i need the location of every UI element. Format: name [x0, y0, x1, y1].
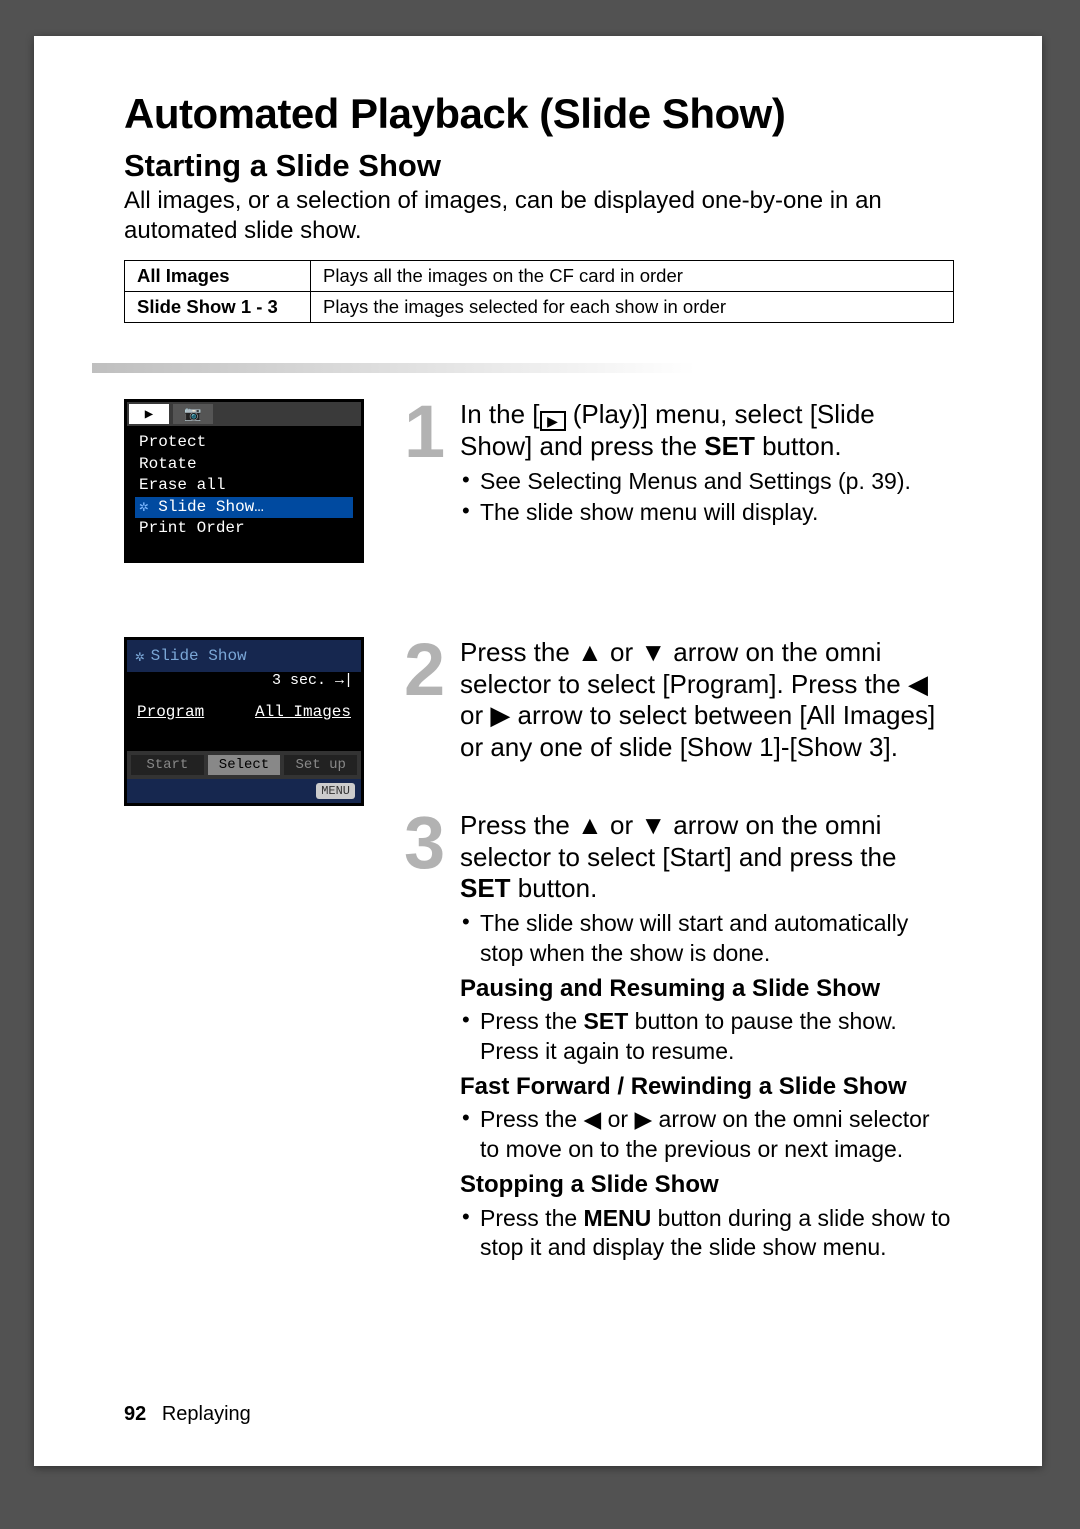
menu-item: Print Order [135, 518, 353, 540]
step-1-row: ▶ 📷 Protect Rotate Erase all ✲ Slide Sho… [124, 399, 954, 593]
intro-paragraph: All images, or a selection of images, ca… [124, 186, 954, 246]
menu-item: Rotate [135, 454, 353, 476]
step-1-bullet: The slide show menu will display. [460, 498, 954, 527]
step-3-row: 3 Press the ▲ or ▼ arrow on the omni sel… [124, 810, 954, 1264]
menu-item: Protect [135, 432, 353, 454]
lcd-menu-badge: MENU [316, 783, 355, 799]
step-number: 2 [404, 637, 452, 764]
subheading-pausing: Pausing and Resuming a Slide Show [460, 974, 954, 1003]
step-3-text: Press the ▲ or ▼ arrow on the omni selec… [460, 810, 954, 905]
lcd-btn-setup: Set up [284, 755, 357, 775]
step-3-bullet: The slide show will start and automatica… [460, 909, 954, 968]
option-desc: Plays the images selected for each show … [311, 292, 954, 323]
step-2-text: Press the ▲ or ▼ arrow on the omni selec… [460, 637, 954, 764]
sub-bullet: Press the MENU button during a slide sho… [460, 1204, 954, 1263]
page-footer: 92 Replaying [124, 1403, 251, 1426]
section-subtitle: Starting a Slide Show [124, 148, 954, 184]
option-name: Slide Show 1 - 3 [125, 292, 311, 323]
subheading-stopping: Stopping a Slide Show [460, 1170, 954, 1199]
lcd-program-label: Program [137, 703, 204, 721]
lcd-program-value: All Images [255, 703, 351, 721]
subheading-fastforward: Fast Forward / Rewinding a Slide Show [460, 1072, 954, 1101]
lcd-btn-start: Start [131, 755, 204, 775]
sub-bullet: Press the SET button to pause the show. … [460, 1007, 954, 1066]
page-title: Automated Playback (Slide Show) [124, 90, 954, 138]
lcd-btn-select: Select [208, 755, 281, 775]
table-row: Slide Show 1 - 3 Plays the images select… [125, 292, 954, 323]
manual-page: Automated Playback (Slide Show) Starting… [34, 36, 1042, 1466]
option-desc: Plays all the images on the CF card in o… [311, 261, 954, 292]
setup-tab-icon: 📷 [173, 404, 213, 424]
menu-item-selected: ✲ Slide Show… [135, 497, 353, 519]
play-tab-icon: ▶ [129, 404, 169, 424]
step-1-text: In the [▶ (Play)] menu, select [Slide Sh… [460, 399, 954, 463]
play-icon: ▶ [540, 411, 566, 431]
camera-lcd-play-menu: ▶ 📷 Protect Rotate Erase all ✲ Slide Sho… [124, 399, 364, 563]
step-1-bullet: See Selecting Menus and Settings (p. 39)… [460, 467, 954, 496]
table-row: All Images Plays all the images on the C… [125, 261, 954, 292]
step-2-row: ✲Slide Show 3 sec. →| Program All Images… [124, 637, 954, 806]
lcd-time: 3 sec. [272, 672, 326, 689]
lcd-title: Slide Show [151, 647, 247, 665]
step-number: 1 [404, 399, 452, 530]
options-table: All Images Plays all the images on the C… [124, 260, 954, 323]
step-number: 3 [404, 810, 452, 1264]
section-name: Replaying [162, 1403, 251, 1425]
option-name: All Images [125, 261, 311, 292]
sub-bullet: Press the ◀ or ▶ arrow on the omni selec… [460, 1105, 954, 1164]
divider-gradient [92, 363, 954, 373]
slideshow-icon: ✲ [135, 646, 145, 666]
camera-lcd-slideshow: ✲Slide Show 3 sec. →| Program All Images… [124, 637, 364, 806]
menu-item: Erase all [135, 475, 353, 497]
page-number: 92 [124, 1403, 146, 1425]
